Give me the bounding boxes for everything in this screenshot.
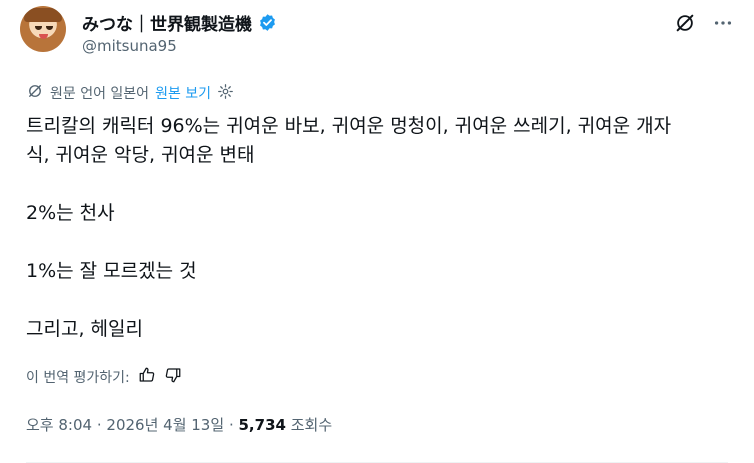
view-original-link[interactable]: 원본 보기: [155, 83, 211, 103]
post-line-4: 1%는 잘 모르겠는 것: [26, 260, 197, 282]
post-line-3: 2%는 천사: [26, 202, 115, 224]
author-display-name[interactable]: みつな｜世界観製造機: [82, 10, 252, 35]
more-icon[interactable]: [712, 12, 734, 34]
avatar-mouth: [39, 34, 48, 39]
translation-source-language: 원문 언어 일본어: [50, 86, 150, 102]
rate-translation-bar: 이 번역 평가하기:: [26, 366, 182, 388]
grok-icon[interactable]: [674, 12, 696, 34]
rate-translation-label: 이 번역 평가하기:: [26, 370, 130, 386]
post-line-1: 트리칼의 캐릭터 96%는 귀여운 바보, 귀여운 멍청이, 귀여운 쓰레기, …: [26, 115, 672, 137]
avatar-hair: [24, 8, 62, 22]
avatar-eye-left: [35, 26, 42, 30]
thumbs-up-icon[interactable]: [138, 366, 156, 388]
post-blank-line: [26, 286, 726, 315]
post-meta: 오후 8:04 · 2026년 4월 13일 · 5,734 조회수: [26, 414, 332, 435]
post-date[interactable]: 2026년 4월 13일: [106, 416, 224, 434]
gear-icon[interactable]: [217, 83, 234, 104]
author-name-row[interactable]: みつな｜世界観製造機: [82, 10, 277, 35]
post-blank-line: [26, 170, 726, 199]
views-label: 조회수: [290, 416, 333, 434]
post-text: 트리칼의 캐릭터 96%는 귀여운 바보, 귀여운 멍청이, 귀여운 쓰레기, …: [26, 112, 726, 344]
header-actions: [674, 12, 734, 34]
verified-badge-icon: [258, 13, 277, 32]
meta-separator: ·: [228, 416, 234, 434]
post-line-5: 그리고, 헤일리: [26, 318, 143, 340]
avatar[interactable]: [20, 6, 66, 52]
thumbs-down-icon[interactable]: [164, 366, 182, 388]
meta-separator: ·: [96, 416, 102, 434]
translate-icon: [26, 82, 44, 104]
translation-bar: 원문 언어 일본어 원본 보기: [26, 82, 234, 104]
author-handle[interactable]: @mitsuna95: [82, 37, 177, 55]
avatar-eye-right: [46, 26, 53, 30]
post-time[interactable]: 오후 8:04: [26, 416, 92, 434]
post-line-2: 식, 귀여운 악당, 귀여운 변태: [26, 144, 255, 166]
views-count: 5,734: [238, 416, 286, 434]
post-blank-line: [26, 228, 726, 257]
